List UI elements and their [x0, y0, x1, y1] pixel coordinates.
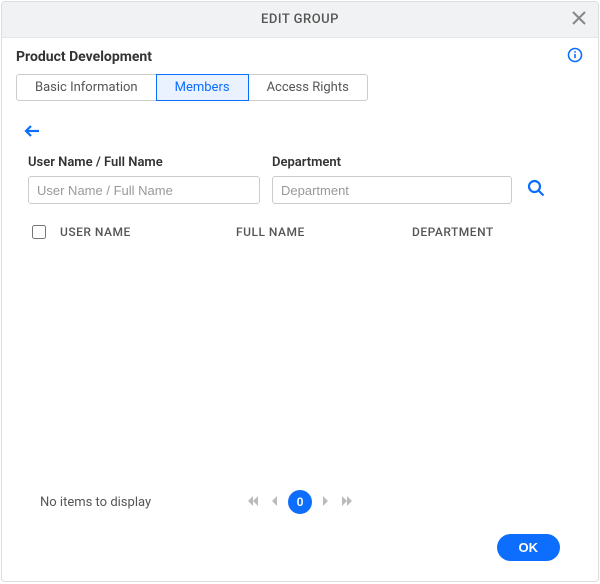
tab-access-rights[interactable]: Access Rights [248, 74, 368, 101]
search-row: User Name / Full Name Department [16, 155, 584, 216]
no-items-text: No items to display [40, 495, 151, 510]
chevrons-right-icon [340, 493, 354, 512]
edit-group-dialog: EDIT GROUP Product Development Basic Inf… [1, 1, 599, 582]
group-name: Product Development [16, 49, 566, 65]
dialog-title: EDIT GROUP [261, 12, 339, 27]
column-header-department[interactable]: DEPARTMENT [412, 225, 584, 239]
column-header-username[interactable]: USER NAME [60, 225, 236, 239]
pager: 0 [244, 490, 356, 514]
header-row: Product Development [2, 38, 598, 70]
pager-prev[interactable] [266, 491, 284, 513]
info-button[interactable] [566, 48, 584, 66]
tabs: Basic Information Members Access Rights [2, 70, 598, 109]
select-all-checkbox[interactable] [32, 225, 46, 239]
close-icon [572, 9, 586, 30]
department-input[interactable] [272, 176, 512, 204]
close-button[interactable] [568, 9, 590, 31]
ok-button[interactable]: OK [497, 534, 561, 561]
titlebar: EDIT GROUP [2, 2, 598, 38]
pager-last[interactable] [338, 491, 356, 513]
pager-first[interactable] [244, 491, 262, 513]
table-body [16, 248, 584, 480]
department-label: Department [272, 155, 512, 170]
pager-current-page[interactable]: 0 [288, 490, 312, 514]
chevron-left-icon [268, 493, 282, 512]
chevron-right-icon [318, 493, 332, 512]
search-button[interactable] [524, 176, 548, 204]
column-header-fullname[interactable]: FULL NAME [236, 225, 412, 239]
tab-basic-information[interactable]: Basic Information [16, 74, 157, 101]
username-label: User Name / Full Name [28, 155, 260, 170]
pager-row: No items to display 0 [16, 480, 584, 524]
content: User Name / Full Name Department USER NA… [2, 109, 598, 581]
pager-next[interactable] [316, 491, 334, 513]
username-input[interactable] [28, 176, 260, 204]
department-field: Department [272, 155, 512, 204]
info-icon [567, 47, 583, 67]
select-all-cell [28, 222, 60, 242]
tab-members[interactable]: Members [156, 74, 249, 101]
footer: OK [16, 524, 584, 581]
back-button[interactable] [20, 121, 44, 145]
search-icon [527, 179, 545, 201]
chevrons-left-icon [246, 493, 260, 512]
username-field: User Name / Full Name [28, 155, 260, 204]
arrow-left-icon [23, 122, 41, 144]
table-header: USER NAME FULL NAME DEPARTMENT [16, 216, 584, 248]
